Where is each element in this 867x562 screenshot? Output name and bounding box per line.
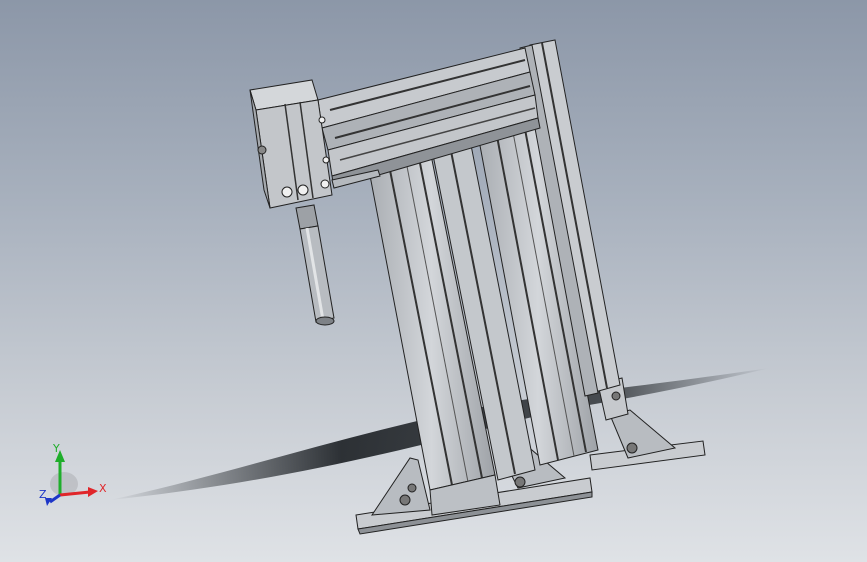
z-axis-label: Z	[39, 488, 47, 501]
x-axis-label: X	[99, 482, 107, 495]
gusset-bracket-front-left[interactable]	[371, 457, 431, 516]
x-axis-arrow-icon	[88, 487, 98, 497]
y-axis-label: Y	[52, 442, 60, 455]
pneumatic-cylinder[interactable]	[295, 204, 335, 326]
graphics-viewport[interactable]: Y X Z	[0, 0, 867, 562]
orientation-triad: Y X Z	[39, 442, 107, 506]
cad-model-view[interactable]	[0, 0, 867, 562]
